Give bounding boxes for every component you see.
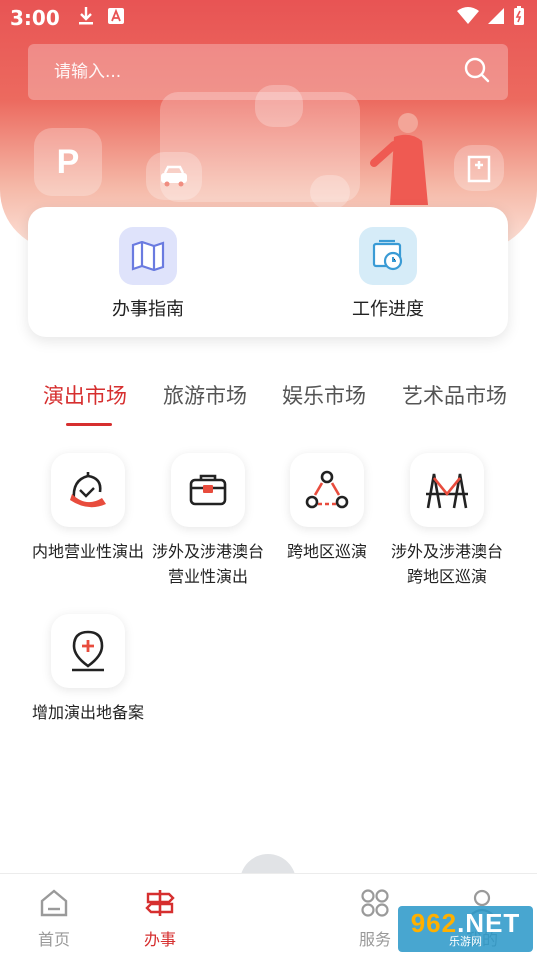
tab-tourism-market[interactable]: 旅游市场: [163, 380, 247, 410]
progress-clock-icon: [359, 227, 417, 285]
map-icon: [119, 227, 177, 285]
nav-home[interactable]: 首页: [24, 888, 84, 950]
signpost-icon: [145, 888, 175, 922]
tour-cycle-icon: [290, 453, 364, 527]
service-item[interactable]: 涉外及涉港澳台跨地区巡演: [387, 453, 507, 589]
battery-icon: [513, 6, 525, 30]
service-label: 跨地区巡演: [286, 542, 367, 561]
search-input[interactable]: [52, 61, 464, 83]
service-label: 增加演出地备案: [31, 703, 144, 722]
bridge-icon: [410, 453, 484, 527]
performance-icon: [51, 453, 125, 527]
watermark-logo: 962.NET 乐游网: [398, 906, 533, 952]
active-tab-indicator: [66, 423, 112, 426]
service-item[interactable]: 增加演出地备案: [28, 614, 148, 725]
tab-performance-market[interactable]: 演出市场: [43, 380, 127, 410]
service-item[interactable]: 内地营业性演出: [28, 453, 148, 564]
hospital-icon: [454, 145, 504, 191]
nav-service[interactable]: 服务: [345, 888, 405, 950]
nav-label: 办事: [143, 930, 176, 949]
service-label: 涉外及涉港澳台跨地区巡演: [390, 542, 503, 586]
search-icon[interactable]: [464, 57, 490, 87]
car-icon: [146, 152, 202, 200]
app-notification-icon: [107, 8, 124, 28]
quick-actions-card: 办事指南 工作进度: [28, 207, 508, 337]
status-bar: 3:00: [0, 0, 537, 36]
watermark-sub-text: 乐游网: [449, 935, 482, 948]
store-icon: [310, 175, 350, 209]
service-label: 涉外及涉港澳台营业性演出: [151, 542, 264, 586]
person-illustration: [370, 105, 440, 215]
watermark-main-text: 962.NET: [410, 908, 521, 938]
wifi-icon: [457, 7, 479, 29]
tab-entertainment-market[interactable]: 娱乐市场: [282, 380, 366, 410]
home-icon: [39, 888, 69, 922]
nav-label: 首页: [37, 930, 70, 949]
signal-icon: [487, 7, 505, 29]
tab-art-market[interactable]: 艺术品市场: [402, 380, 507, 410]
download-icon: [78, 6, 94, 30]
briefcase-icon: [171, 453, 245, 527]
quick-action-guide[interactable]: 办事指南: [28, 207, 268, 337]
nav-affairs[interactable]: 办事: [130, 888, 190, 950]
service-item[interactable]: 涉外及涉港澳台营业性演出: [148, 453, 268, 589]
nav-label: 服务: [358, 930, 391, 949]
service-label: 内地营业性演出: [31, 542, 144, 561]
parking-icon: P: [34, 128, 102, 196]
quick-action-progress[interactable]: 工作进度: [268, 207, 508, 337]
location-add-icon: [51, 614, 125, 688]
grid-icon: [360, 888, 390, 922]
quick-action-label: 办事指南: [112, 299, 184, 320]
quick-action-label: 工作进度: [352, 299, 424, 320]
status-time: 3:00: [10, 6, 60, 30]
service-item[interactable]: 跨地区巡演: [267, 453, 387, 564]
search-bar[interactable]: [28, 44, 508, 100]
